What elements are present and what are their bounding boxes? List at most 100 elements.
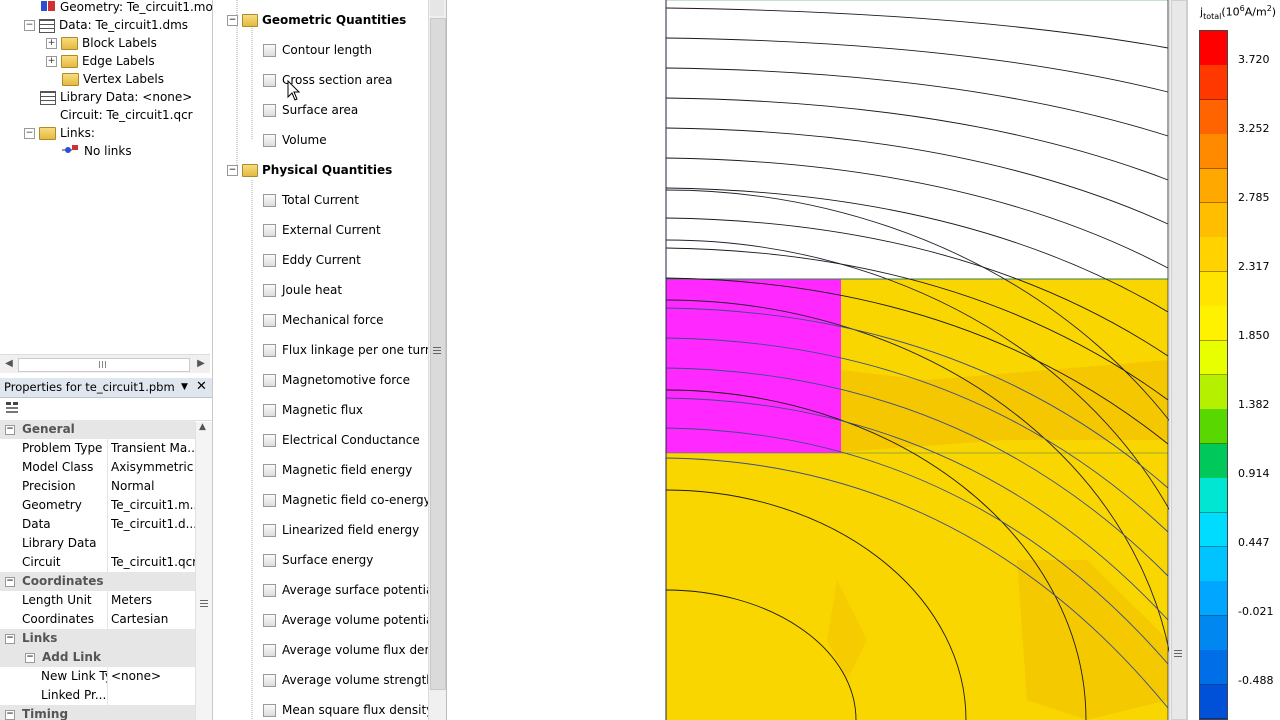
quantity-item[interactable]: Mechanical force bbox=[263, 311, 384, 329]
tree-item[interactable]: + Block Labels bbox=[46, 34, 157, 52]
tree-item[interactable]: − Data: Te_circuit1.dms bbox=[24, 16, 188, 34]
collapse-icon[interactable]: − bbox=[25, 653, 35, 663]
property-row[interactable]: Data Te_circuit1.d... bbox=[0, 515, 195, 534]
checkbox-icon[interactable] bbox=[263, 344, 276, 357]
collapse-icon[interactable]: − bbox=[5, 425, 15, 435]
quantity-group[interactable]: − Geometric Quantities bbox=[227, 11, 406, 29]
checkbox-icon[interactable] bbox=[263, 494, 276, 507]
property-category[interactable]: − Coordinates bbox=[0, 572, 195, 591]
property-value[interactable]: <none> bbox=[111, 667, 195, 686]
quantity-item[interactable]: Magnetic field co-energy bbox=[263, 491, 428, 509]
property-row[interactable]: Precision Normal bbox=[0, 477, 195, 496]
checkbox-icon[interactable] bbox=[263, 554, 276, 567]
quantity-item[interactable]: Mean square flux density bbox=[263, 701, 428, 719]
checkbox-icon[interactable] bbox=[263, 74, 276, 87]
close-icon[interactable]: ✕ bbox=[196, 378, 207, 396]
checkbox-icon[interactable] bbox=[263, 194, 276, 207]
collapse-icon[interactable]: − bbox=[5, 577, 15, 587]
scroll-left-icon[interactable]: ◀ bbox=[2, 357, 16, 371]
quantity-item[interactable]: Volume bbox=[263, 131, 327, 149]
quantity-item[interactable]: Contour length bbox=[263, 41, 372, 59]
quantity-item[interactable]: Flux linkage per one turn bbox=[263, 341, 428, 359]
property-row[interactable]: Problem Type Transient Ma... bbox=[0, 439, 195, 458]
quantity-item[interactable]: Magnetic field energy bbox=[263, 461, 412, 479]
collapse-icon[interactable]: − bbox=[227, 15, 238, 26]
quantity-item[interactable]: Joule heat bbox=[263, 281, 342, 299]
dropdown-arrow-icon[interactable]: ▼ bbox=[181, 378, 188, 397]
property-row[interactable]: Circuit Te_circuit1.qcr bbox=[0, 553, 195, 572]
property-row[interactable]: New Link Ty <none> bbox=[0, 667, 195, 686]
collapse-icon[interactable]: − bbox=[227, 165, 238, 176]
tree-item[interactable]: Library Data: <none> bbox=[40, 88, 192, 106]
collapse-icon[interactable]: − bbox=[5, 710, 15, 720]
property-row[interactable]: Coordinates Cartesian bbox=[0, 610, 195, 629]
tree-horizontal-scrollbar[interactable]: ◀ ▶ bbox=[0, 354, 210, 373]
checkbox-icon[interactable] bbox=[263, 524, 276, 537]
tree-item[interactable]: Circuit: Te_circuit1.qcr bbox=[40, 106, 193, 124]
checkbox-icon[interactable] bbox=[263, 134, 276, 147]
quantity-item[interactable]: Average surface potential bbox=[263, 581, 428, 599]
checkbox-icon[interactable] bbox=[263, 314, 276, 327]
checkbox-icon[interactable] bbox=[263, 614, 276, 627]
expand-icon[interactable]: − bbox=[24, 20, 35, 31]
plot-vertical-scrollbar[interactable] bbox=[1169, 0, 1187, 720]
property-row[interactable]: Geometry Te_circuit1.m... bbox=[0, 496, 195, 515]
checkbox-icon[interactable] bbox=[263, 464, 276, 477]
checkbox-icon[interactable] bbox=[263, 44, 276, 57]
quantity-group[interactable]: − Physical Quantities bbox=[227, 161, 392, 179]
checkbox-icon[interactable] bbox=[263, 434, 276, 447]
checkbox-icon[interactable] bbox=[263, 584, 276, 597]
tree-item[interactable]: Geometry: Te_circuit1.mod bbox=[40, 0, 212, 16]
checkbox-icon[interactable] bbox=[263, 254, 276, 267]
quantity-item[interactable]: Total Current bbox=[263, 191, 359, 209]
quantity-item[interactable]: Surface area bbox=[263, 101, 358, 119]
quantity-item[interactable]: Surface energy bbox=[263, 551, 373, 569]
tree-item[interactable]: + Edge Labels bbox=[46, 52, 155, 70]
quantity-item[interactable]: Average volume flux density bbox=[263, 641, 428, 659]
property-row[interactable]: Length Unit Meters bbox=[0, 591, 195, 610]
property-value[interactable]: Meters bbox=[111, 591, 195, 610]
property-subcategory[interactable]: − Add Link bbox=[0, 648, 195, 667]
property-category[interactable]: − Timing bbox=[0, 705, 195, 720]
checkbox-icon[interactable] bbox=[263, 704, 276, 717]
tree-item[interactable]: No links bbox=[62, 142, 132, 160]
property-category[interactable]: − Links bbox=[0, 629, 195, 648]
quantity-item[interactable]: Electrical Conductance bbox=[263, 431, 420, 449]
scrollbar-thumb[interactable] bbox=[18, 358, 190, 372]
scroll-right-icon[interactable]: ▶ bbox=[194, 357, 208, 371]
quantity-item[interactable]: Average volume strength bbox=[263, 671, 428, 689]
quantity-item[interactable]: External Current bbox=[263, 221, 381, 239]
checkbox-icon[interactable] bbox=[263, 674, 276, 687]
property-row[interactable]: Model Class Axisymmetric bbox=[0, 458, 195, 477]
checkbox-icon[interactable] bbox=[263, 644, 276, 657]
checkbox-icon[interactable] bbox=[263, 404, 276, 417]
tree-item[interactable]: − Links: bbox=[24, 124, 95, 142]
quantity-item[interactable]: Linearized field energy bbox=[263, 521, 419, 539]
quantities-vertical-scrollbar[interactable] bbox=[428, 0, 446, 720]
property-category[interactable]: − General bbox=[0, 420, 195, 439]
scroll-up-icon[interactable]: ▲ bbox=[199, 422, 206, 432]
expand-icon[interactable]: + bbox=[46, 38, 57, 49]
field-plot-view[interactable] bbox=[446, 0, 1187, 720]
property-value[interactable]: Te_circuit1.qcr bbox=[111, 553, 195, 572]
quantity-item[interactable]: Eddy Current bbox=[263, 251, 361, 269]
property-row[interactable]: Linked Pr... bbox=[0, 686, 195, 705]
property-value[interactable]: Cartesian bbox=[111, 610, 195, 629]
property-value[interactable]: Te_circuit1.m... bbox=[111, 496, 195, 515]
checkbox-icon[interactable] bbox=[263, 374, 276, 387]
checkbox-icon[interactable] bbox=[263, 284, 276, 297]
checkbox-icon[interactable] bbox=[263, 224, 276, 237]
property-value[interactable]: Normal bbox=[111, 477, 195, 496]
expand-icon[interactable]: − bbox=[24, 128, 35, 139]
tree-item[interactable]: Vertex Labels bbox=[62, 70, 164, 88]
quantity-item[interactable]: Magnetomotive force bbox=[263, 371, 410, 389]
property-value[interactable]: Axisymmetric bbox=[111, 458, 195, 477]
expand-icon[interactable]: + bbox=[46, 56, 57, 67]
quantity-item[interactable]: Average volume potential bbox=[263, 611, 428, 629]
properties-vertical-scrollbar[interactable]: ▲ bbox=[195, 422, 212, 720]
property-value[interactable]: Te_circuit1.d... bbox=[111, 515, 195, 534]
checkbox-icon[interactable] bbox=[263, 104, 276, 117]
collapse-icon[interactable]: − bbox=[5, 634, 15, 644]
quantity-item[interactable]: Magnetic flux bbox=[263, 401, 363, 419]
field-plot[interactable] bbox=[447, 0, 1187, 720]
